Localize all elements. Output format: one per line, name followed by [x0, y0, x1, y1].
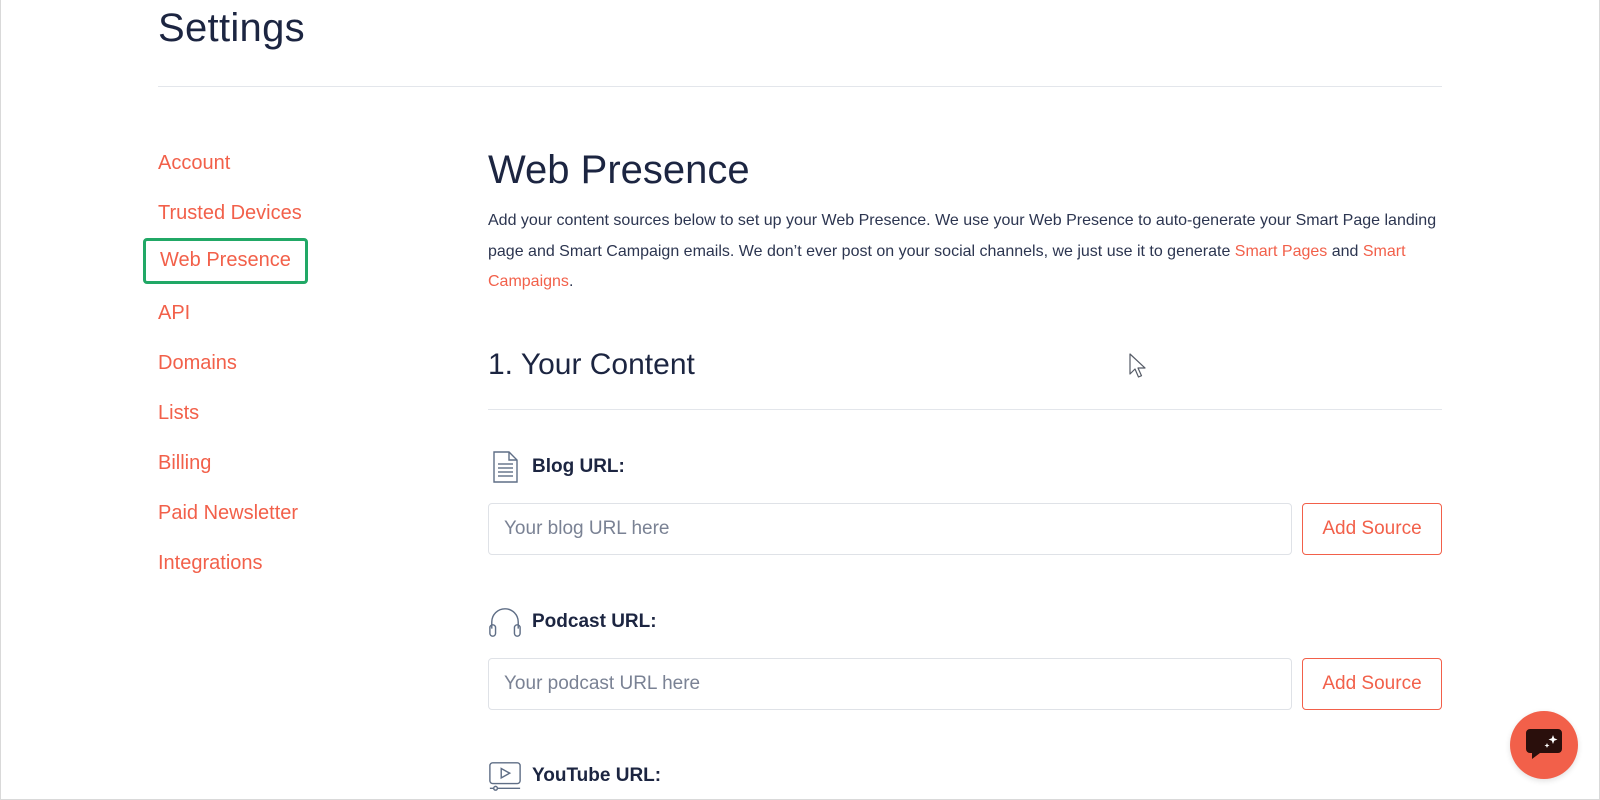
add-podcast-source-button[interactable]: Add Source [1302, 658, 1442, 710]
sidebar-item-integrations[interactable]: Integrations [158, 552, 263, 575]
mouse-pointer-icon [1128, 353, 1148, 379]
podcast-url-label: Podcast URL: [532, 611, 657, 632]
sidebar-item-trusted-devices[interactable]: Trusted Devices [158, 202, 302, 225]
video-play-icon [488, 759, 522, 793]
chat-widget-button[interactable] [1510, 711, 1578, 779]
sidebar-item-web-presence[interactable]: Web Presence [143, 238, 308, 284]
chat-icon [1523, 725, 1565, 766]
section-title: Web Presence [488, 148, 750, 192]
podcast-url-label-row: Podcast URL: [488, 605, 657, 639]
sidebar-item-account[interactable]: Account [158, 152, 230, 175]
header-divider [158, 86, 1442, 87]
description-text-3: . [568, 273, 574, 290]
sidebar-item-lists[interactable]: Lists [158, 402, 199, 425]
add-blog-source-button[interactable]: Add Source [1302, 503, 1442, 555]
sidebar-item-paid-newsletter[interactable]: Paid Newsletter [158, 502, 298, 525]
youtube-url-label-row: YouTube URL: [488, 759, 661, 793]
page-title: Settings [158, 6, 305, 50]
headphones-icon [488, 605, 522, 639]
youtube-url-label: YouTube URL: [532, 765, 662, 786]
document-icon [488, 450, 522, 484]
blog-url-label: Blog URL: [532, 456, 625, 477]
sidebar-item-api[interactable]: API [158, 302, 190, 325]
description-text-2: and [1327, 242, 1363, 260]
blog-url-input[interactable] [488, 503, 1292, 555]
section-description: Add your content sources below to set up… [488, 206, 1442, 298]
podcast-url-input[interactable] [488, 658, 1292, 710]
sidebar-item-domains[interactable]: Domains [158, 352, 237, 375]
smart-pages-link[interactable]: Smart Pages [1235, 243, 1327, 260]
blog-url-label-row: Blog URL: [488, 450, 625, 484]
content-divider [488, 409, 1442, 410]
sidebar-item-billing[interactable]: Billing [158, 452, 211, 475]
your-content-heading: 1. Your Content [488, 348, 695, 381]
